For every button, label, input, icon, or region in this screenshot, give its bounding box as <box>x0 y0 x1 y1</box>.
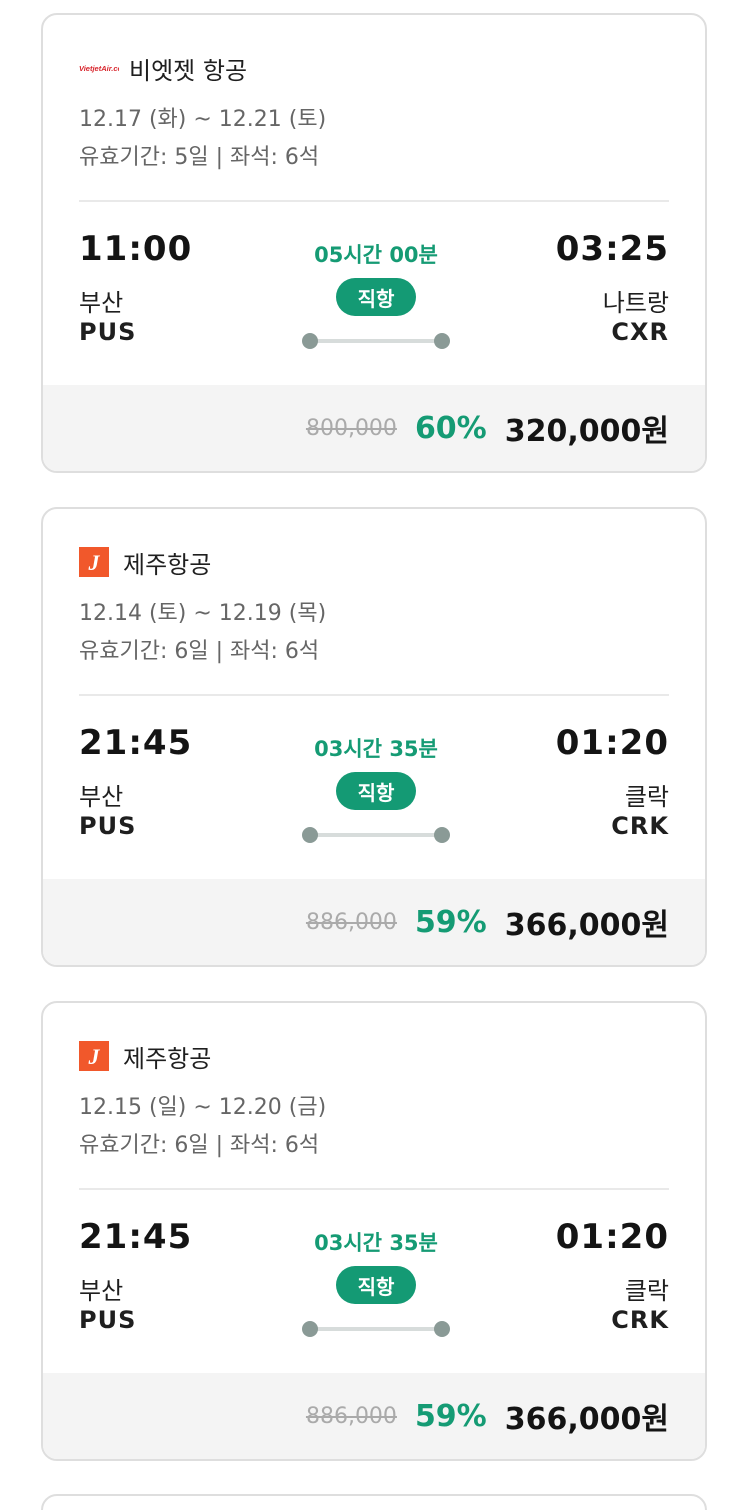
vietjet-logo-wordmark: VietjetAir.com <box>79 64 119 73</box>
airline-row: J 제주항공 <box>79 1039 211 1073</box>
route-line-icon <box>302 333 450 349</box>
original-price: 886,000 <box>305 909 397 935</box>
arrival-code: CRK <box>611 812 669 840</box>
arrival-city: 클락 <box>624 783 669 811</box>
flight-duration: 03시간 35분 <box>314 737 438 761</box>
departure-city: 부산 <box>79 289 124 317</box>
validity-seats: 유효기간: 5일 | 좌석: 6석 <box>79 145 320 170</box>
departure-city: 부산 <box>79 1277 124 1305</box>
original-price: 886,000 <box>305 1403 397 1429</box>
flight-card-info: J 제주항공 12.14 (토) ~ 12.19 (목) 유효기간: 6일 | … <box>43 509 705 879</box>
original-price: 800,000 <box>305 415 397 441</box>
svg-text:VietjetAir.com: VietjetAir.com <box>79 64 119 73</box>
airline-name: 제주항공 <box>123 550 212 579</box>
arrival-time: 03:25 <box>555 229 669 269</box>
arrival-time: 01:20 <box>555 1217 669 1257</box>
travel-dates: 12.15 (일) ~ 12.20 (금) <box>79 1095 327 1120</box>
departure-time: 11:00 <box>79 229 193 269</box>
airline-row: J 제주항공 <box>79 545 211 579</box>
jejuair-logo: J <box>79 547 109 577</box>
svg-text:J: J <box>88 1044 101 1069</box>
flight-card[interactable]: VietjetAir.com 비엣젯 항공 12.17 (화) ~ 12.21 … <box>41 13 707 473</box>
flight-deal-list: VietjetAir.com 비엣젯 항공 12.17 (화) ~ 12.21 … <box>0 0 750 1510</box>
flight-card[interactable]: J 제주항공 12.14 (토) ~ 12.19 (목) 유효기간: 6일 | … <box>41 507 707 967</box>
divider <box>79 1188 669 1190</box>
flight-duration: 03시간 35분 <box>314 1231 438 1255</box>
flight-card-info: VietjetAir.com 비엣젯 항공 12.17 (화) ~ 12.21 … <box>43 15 705 385</box>
departure-time: 21:45 <box>79 723 193 763</box>
final-price: 366,000원 <box>504 1402 669 1437</box>
vietjet-logo: VietjetAir.com <box>79 58 119 78</box>
airline-row: VietjetAir.com 비엣젯 항공 <box>79 51 247 85</box>
svg-text:J: J <box>88 550 101 575</box>
arrival-city: 나트랑 <box>602 289 669 317</box>
validity-seats: 유효기간: 6일 | 좌석: 6석 <box>79 1133 320 1158</box>
direct-flight-badge: 직항 <box>336 772 416 810</box>
discount-rate: 59% <box>414 904 487 940</box>
price-row: 886,000 59% 366,000원 <box>306 1373 669 1459</box>
travel-dates: 12.17 (화) ~ 12.21 (토) <box>79 107 327 132</box>
discount-rate: 59% <box>414 1398 487 1434</box>
flight-card-info: J 제주항공 12.15 (일) ~ 12.20 (금) 유효기간: 6일 | … <box>43 1003 705 1373</box>
divider <box>79 200 669 202</box>
flight-duration: 05시간 00분 <box>314 243 438 267</box>
price-bar: 886,000 59% 366,000원 <box>43 1373 705 1459</box>
price-row: 800,000 60% 320,000원 <box>306 385 669 471</box>
departure-code: PUS <box>79 812 137 840</box>
price-bar: 800,000 60% 320,000원 <box>43 385 705 471</box>
discount-rate: 60% <box>414 410 487 446</box>
jejuair-logo: J <box>79 1041 109 1071</box>
divider <box>79 694 669 696</box>
final-price: 366,000원 <box>504 908 669 943</box>
flight-card-partial[interactable] <box>41 1494 707 1510</box>
price-bar: 886,000 59% 366,000원 <box>43 879 705 965</box>
final-price: 320,000원 <box>504 414 669 449</box>
airline-name: 제주항공 <box>123 1044 212 1073</box>
departure-code: PUS <box>79 1306 137 1334</box>
jejuair-logo-mark: J <box>88 1044 101 1069</box>
direct-flight-badge: 직항 <box>336 278 416 316</box>
airline-name: 비엣젯 항공 <box>129 56 248 85</box>
route-line-icon <box>302 1321 450 1337</box>
departure-time: 21:45 <box>79 1217 193 1257</box>
validity-seats: 유효기간: 6일 | 좌석: 6석 <box>79 639 320 664</box>
travel-dates: 12.14 (토) ~ 12.19 (목) <box>79 601 327 626</box>
departure-code: PUS <box>79 318 137 346</box>
arrival-city: 클락 <box>624 1277 669 1305</box>
price-row: 886,000 59% 366,000원 <box>306 879 669 965</box>
departure-city: 부산 <box>79 783 124 811</box>
route-line-icon <box>302 827 450 843</box>
jejuair-logo-mark: J <box>88 550 101 575</box>
direct-flight-badge: 직항 <box>336 1266 416 1304</box>
arrival-code: CRK <box>611 1306 669 1334</box>
arrival-code: CXR <box>611 318 669 346</box>
arrival-time: 01:20 <box>555 723 669 763</box>
flight-card[interactable]: J 제주항공 12.15 (일) ~ 12.20 (금) 유효기간: 6일 | … <box>41 1001 707 1461</box>
